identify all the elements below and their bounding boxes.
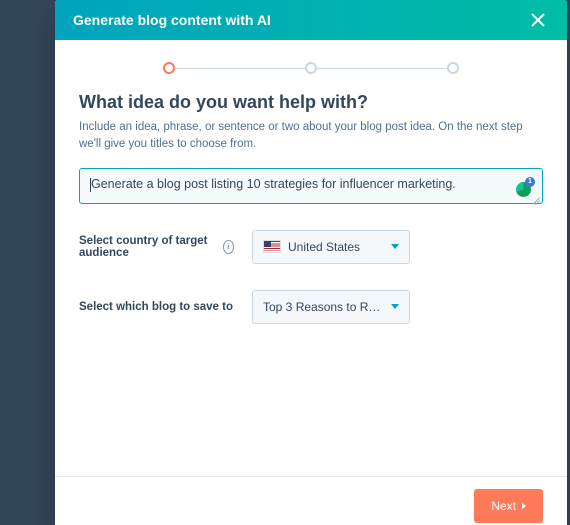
us-flag-icon	[263, 240, 281, 253]
country-label: Select country of target audience i	[79, 235, 234, 259]
blog-label: Select which blog to save to	[79, 301, 234, 313]
blog-label-text: Select which blog to save to	[79, 301, 233, 313]
country-label-text: Select country of target audience	[79, 235, 218, 259]
close-button[interactable]	[527, 9, 549, 31]
idea-input[interactable]: Generate a blog post listing 10 strategi…	[79, 168, 543, 204]
grammarly-badge: 1	[525, 177, 535, 187]
progress-stepper	[79, 62, 543, 74]
step-dot-2	[305, 62, 317, 74]
next-button-label: Next	[491, 499, 516, 513]
step-line	[175, 68, 305, 69]
blog-select[interactable]: Top 3 Reasons to Recycle You…	[252, 290, 410, 324]
chevron-down-icon	[391, 304, 399, 309]
country-select[interactable]: United States	[252, 230, 410, 264]
step-dot-1	[163, 62, 175, 74]
country-select-value: United States	[288, 240, 385, 254]
modal-footer: Next	[55, 476, 567, 525]
next-button[interactable]: Next	[474, 489, 543, 523]
info-icon[interactable]: i	[223, 240, 234, 254]
chevron-right-icon	[522, 503, 526, 509]
step-dot-3	[447, 62, 459, 74]
resize-handle-icon[interactable]	[532, 193, 540, 201]
page-heading: What idea do you want help with?	[79, 92, 543, 113]
modal-title: Generate blog content with AI	[73, 12, 271, 28]
page-subtext: Include an idea, phrase, or sentence or …	[79, 119, 543, 154]
close-icon	[531, 13, 545, 27]
modal-header: Generate blog content with AI	[55, 0, 567, 40]
grammarly-icon[interactable]: 1	[516, 181, 532, 197]
generate-blog-modal: Generate blog content with AI What idea …	[55, 0, 567, 525]
chevron-down-icon	[391, 244, 399, 249]
blog-select-value: Top 3 Reasons to Recycle You…	[263, 300, 385, 314]
step-line	[317, 68, 447, 69]
idea-input-text: Generate a blog post listing 10 strategi…	[90, 177, 510, 191]
modal-content: What idea do you want help with? Include…	[55, 40, 567, 476]
